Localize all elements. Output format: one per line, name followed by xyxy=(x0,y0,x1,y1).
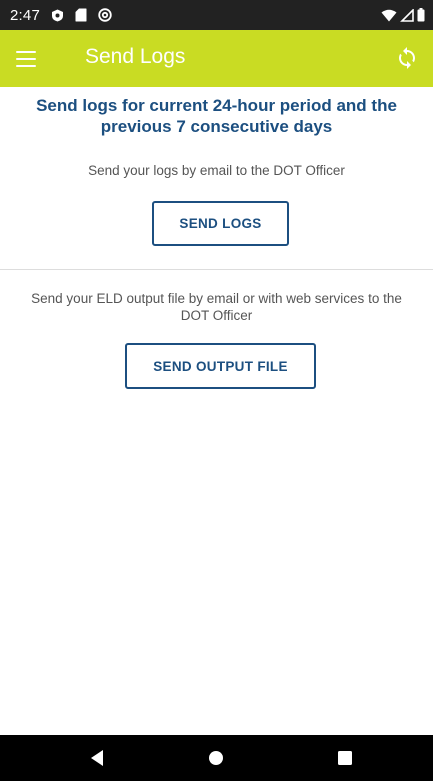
sync-icon[interactable] xyxy=(395,46,419,70)
status-right xyxy=(381,8,425,22)
send-output-file-button[interactable]: SEND OUTPUT FILE xyxy=(125,343,316,389)
app-bar: Send Logs xyxy=(0,30,433,87)
at-icon xyxy=(98,8,112,22)
signal-icon xyxy=(400,8,414,22)
main-content: Send logs for current 24-hour period and… xyxy=(0,87,433,735)
shield-icon xyxy=(52,9,63,21)
wifi-icon xyxy=(381,9,397,21)
divider xyxy=(0,269,433,270)
page-title: Send Logs xyxy=(85,45,186,68)
headline: Send logs for current 24-hour period and… xyxy=(36,96,397,136)
sd-card-icon xyxy=(75,8,87,22)
status-left: 2:47 xyxy=(10,7,112,24)
menu-icon[interactable] xyxy=(16,47,40,71)
send-logs-button[interactable]: SEND LOGS xyxy=(152,201,289,246)
recents-icon[interactable] xyxy=(335,748,355,768)
status-bar: 2:47 xyxy=(0,0,433,30)
output-description: Send your ELD output file by email or wi… xyxy=(31,291,402,323)
battery-icon xyxy=(417,8,425,22)
home-icon[interactable] xyxy=(206,748,226,768)
nav-bar xyxy=(0,735,433,781)
logs-description: Send your logs by email to the DOT Offic… xyxy=(88,163,345,178)
back-icon[interactable] xyxy=(88,748,108,768)
status-time: 2:47 xyxy=(10,6,40,24)
